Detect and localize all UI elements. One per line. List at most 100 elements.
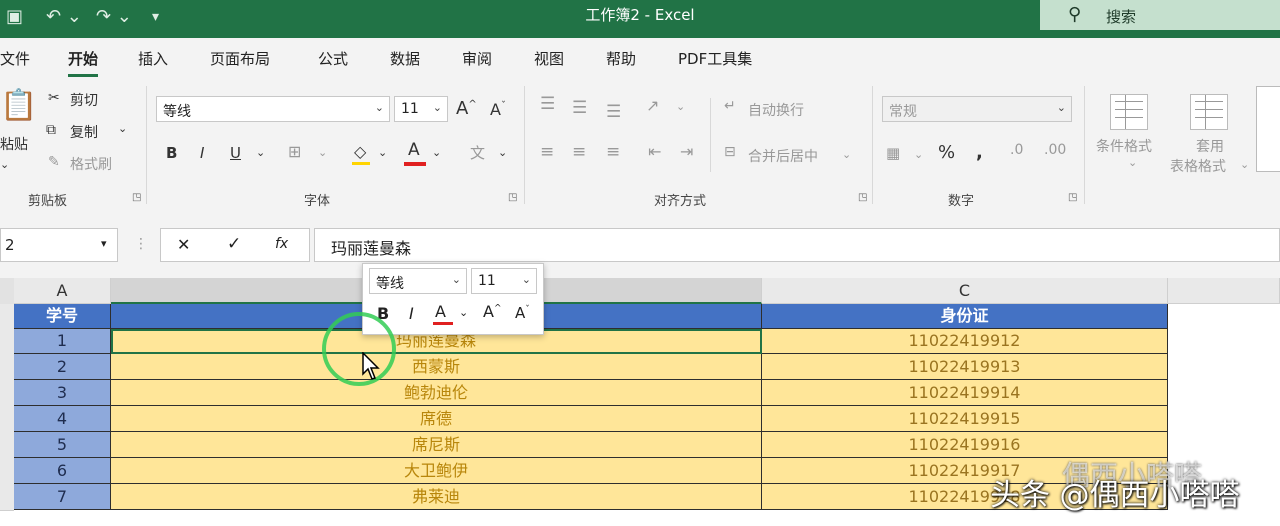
clipboard-launcher-icon[interactable]: ◳	[132, 192, 141, 203]
underline-button[interactable]: U	[230, 144, 241, 162]
tab-home[interactable]: 开始	[68, 48, 99, 77]
wrap-text-button[interactable]: 自动换行	[748, 100, 804, 120]
orientation-dropdown-icon[interactable]: ⌄	[676, 100, 685, 113]
decrease-decimal-icon[interactable]: .00	[1044, 142, 1066, 158]
search-box[interactable]: ⚲ 搜索	[1040, 0, 1280, 30]
orientation-icon[interactable]: ↗	[646, 96, 659, 115]
merge-dropdown-icon[interactable]: ⌄	[842, 148, 851, 161]
mini-font-color-button[interactable]: A	[435, 302, 446, 321]
table-row-1-idcard[interactable]: 11022419912	[762, 329, 1168, 354]
row-header[interactable]	[0, 406, 14, 433]
font-color-dropdown-icon[interactable]: ⌄	[432, 146, 441, 159]
fill-color-icon[interactable]: ◇	[354, 142, 366, 161]
row-header[interactable]	[0, 354, 14, 381]
accounting-dropdown-icon[interactable]: ⌄	[914, 148, 923, 161]
paste-dropdown-icon[interactable]: ⌄	[0, 158, 9, 171]
align-center-icon[interactable]: ≡	[572, 142, 586, 162]
formula-input[interactable]: 玛丽莲曼森	[314, 228, 1280, 262]
column-header-d[interactable]	[1168, 278, 1280, 304]
cut-icon[interactable]: ✂	[48, 90, 60, 106]
wrap-text-icon[interactable]: ↵	[724, 98, 736, 114]
copy-icon[interactable]: ⧉	[46, 122, 56, 138]
align-right-icon[interactable]: ≡	[606, 142, 620, 162]
redo-icon[interactable]: ↷ ⌄	[96, 6, 132, 27]
row-header[interactable]	[0, 380, 14, 407]
paste-icon[interactable]: 📋	[0, 88, 37, 123]
tab-data[interactable]: 数据	[390, 48, 420, 69]
format-painter-icon[interactable]: ✎	[48, 154, 60, 170]
increase-decimal-icon[interactable]: .0	[1010, 142, 1023, 158]
row-header[interactable]	[0, 432, 14, 459]
row-header[interactable]	[0, 329, 14, 355]
format-as-table-button[interactable]: 套用	[1196, 136, 1224, 156]
font-launcher-icon[interactable]: ◳	[508, 192, 517, 203]
enter-icon[interactable]: ✓	[227, 234, 241, 254]
select-all-corner[interactable]	[0, 278, 14, 305]
column-header-c[interactable]: C	[762, 278, 1168, 304]
phonetic-dropdown-icon[interactable]: ⌄	[498, 146, 507, 159]
accounting-format-icon[interactable]: ▦	[886, 144, 900, 162]
format-as-table-icon[interactable]	[1190, 94, 1228, 130]
alignment-launcher-icon[interactable]: ◳	[858, 192, 867, 203]
table-row-4-idcard[interactable]: 11022419915	[762, 406, 1168, 432]
table-row-7-id[interactable]: 7	[14, 484, 111, 510]
italic-button[interactable]: I	[200, 144, 204, 162]
mini-color-dropdown-icon[interactable]: ⌄	[459, 306, 468, 319]
mini-font-name-select[interactable]: 等线 ⌄	[369, 268, 467, 294]
paste-button[interactable]: 粘贴	[0, 134, 28, 154]
increase-font-size-button[interactable]: A^	[456, 98, 477, 119]
phonetic-icon[interactable]: 文	[470, 142, 485, 163]
cut-button[interactable]: 剪切	[70, 90, 98, 110]
table-row-4-name[interactable]: 席德	[111, 406, 762, 432]
mini-shrink-font-button[interactable]: Aˇ	[515, 304, 530, 322]
save-icon[interactable]: ▣	[6, 6, 23, 27]
underline-dropdown-icon[interactable]: ⌄	[256, 146, 265, 159]
increase-indent-icon[interactable]: ⇥	[680, 142, 693, 161]
font-name-select[interactable]: 等线 ⌄	[156, 96, 390, 122]
align-left-icon[interactable]: ≡	[540, 142, 554, 162]
bold-button[interactable]: B	[166, 144, 177, 162]
mini-grow-font-button[interactable]: A^	[483, 302, 502, 321]
row-header[interactable]	[0, 484, 14, 511]
merge-icon[interactable]: ⊟	[724, 144, 736, 160]
table-row-2-id[interactable]: 2	[14, 354, 111, 380]
tab-view[interactable]: 视图	[534, 48, 564, 69]
tab-formulas[interactable]: 公式	[318, 48, 348, 69]
tab-help[interactable]: 帮助	[606, 48, 636, 69]
copy-dropdown-icon[interactable]: ⌄	[118, 122, 127, 135]
tab-file[interactable]: 文件	[0, 48, 30, 69]
cell-styles-gallery[interactable]	[1256, 86, 1280, 172]
conditional-formatting-button[interactable]: 条件格式	[1096, 136, 1152, 156]
undo-icon[interactable]: ↶ ⌄	[46, 6, 82, 27]
table-row-2-name[interactable]: 西蒙斯	[111, 354, 762, 380]
header-cell-idcard[interactable]: 身份证	[762, 304, 1168, 329]
table-row-3-idcard[interactable]: 11022419914	[762, 380, 1168, 406]
cancel-icon[interactable]: ✕	[177, 235, 190, 254]
decrease-indent-icon[interactable]: ⇤	[648, 142, 661, 161]
table-row-6-name[interactable]: 大卫鲍伊	[111, 458, 762, 484]
decrease-font-size-button[interactable]: Aˇ	[490, 100, 506, 119]
column-header-a[interactable]: A	[14, 278, 111, 304]
font-color-button[interactable]: A	[408, 140, 420, 160]
insert-function-icon[interactable]: fx	[275, 236, 288, 252]
borders-icon[interactable]: ⊞	[288, 142, 301, 161]
table-row-5-name[interactable]: 席尼斯	[111, 432, 762, 458]
name-box[interactable]: 2 ▾	[0, 228, 118, 262]
mini-font-size-select[interactable]: 11 ⌄	[471, 268, 537, 294]
conditional-dropdown-icon[interactable]: ⌄	[1128, 156, 1137, 169]
header-cell-id[interactable]: 学号	[14, 304, 111, 329]
font-size-select[interactable]: 11 ⌄	[394, 96, 448, 122]
tab-review[interactable]: 审阅	[462, 48, 492, 69]
number-launcher-icon[interactable]: ◳	[1068, 192, 1077, 203]
borders-dropdown-icon[interactable]: ⌄	[318, 146, 327, 159]
format-painter-button[interactable]: 格式刷	[70, 154, 112, 174]
format-as-table-dropdown-icon[interactable]: ⌄	[1240, 158, 1249, 171]
row-header[interactable]	[0, 458, 14, 485]
table-row-6-id[interactable]: 6	[14, 458, 111, 484]
align-middle-icon[interactable]: ☰	[572, 98, 587, 118]
table-row-7-name[interactable]: 弗莱迪	[111, 484, 762, 510]
table-row-1-id[interactable]: 1	[14, 329, 111, 354]
copy-button[interactable]: 复制	[70, 122, 98, 142]
conditional-formatting-icon[interactable]	[1110, 94, 1148, 130]
comma-style-icon[interactable]: ,	[976, 142, 983, 163]
